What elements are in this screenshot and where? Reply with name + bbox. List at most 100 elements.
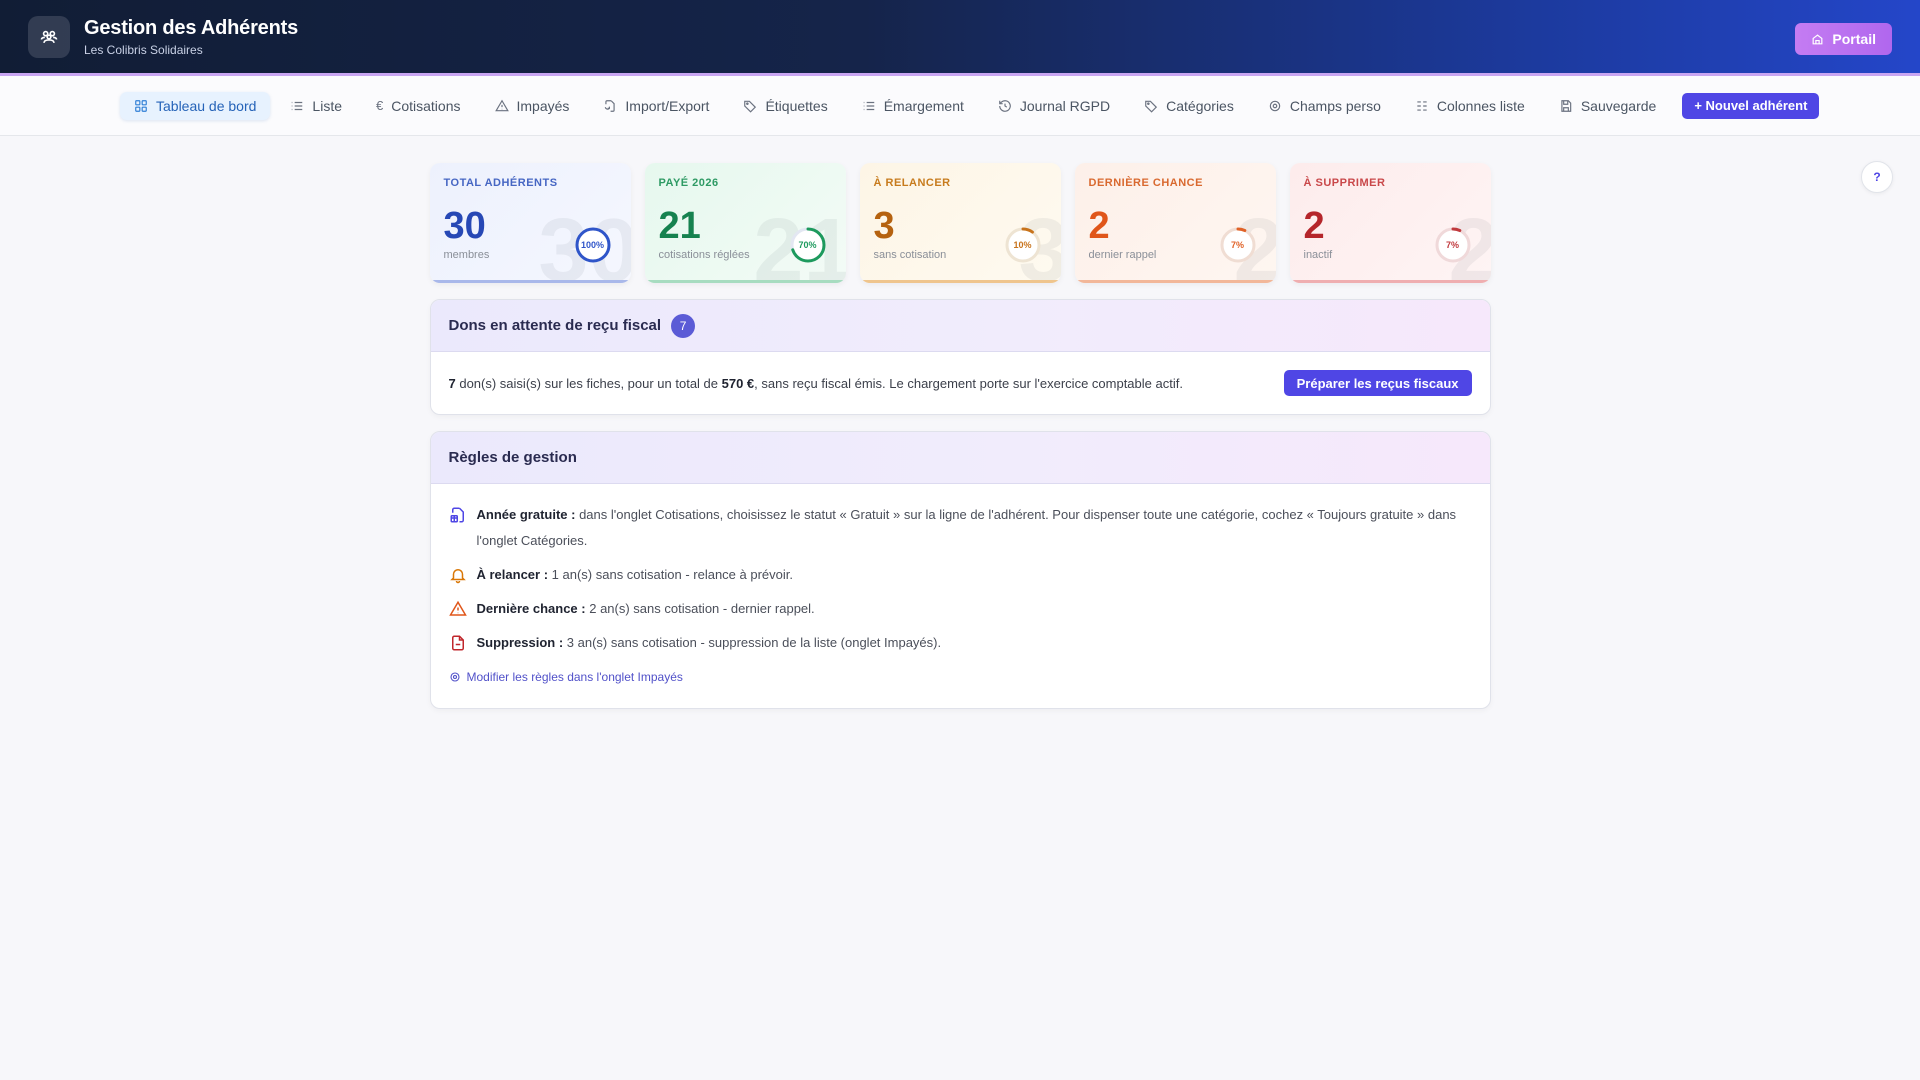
tab-categories[interactable]: Catégories (1130, 92, 1248, 120)
tab-cotisations[interactable]: € Cotisations (362, 92, 475, 120)
rule-description: 1 an(s) sans cotisation - relance à prév… (548, 567, 793, 582)
grid-icon (135, 99, 147, 112)
gear-icon (1269, 100, 1281, 111)
gift-document-icon (450, 507, 464, 523)
tab-label: Impayés (516, 97, 570, 114)
rule-deletion: Suppression : 3 an(s) sans cotisation - … (449, 630, 1472, 656)
rules-title: Règles de gestion (448, 449, 577, 466)
stat-card-to-delete: À supprimer 2 inactif 2 7% (1289, 163, 1491, 283)
stat-label: À supprimer (1303, 177, 1386, 189)
tag-icon (1145, 100, 1158, 113)
tab-impayes[interactable]: Impayés (481, 92, 584, 120)
stat-ring: 10% (1003, 225, 1043, 265)
portal-label: Portail (1832, 31, 1876, 47)
donations-count: 7 (448, 375, 456, 391)
donations-panel: Dons en attente de reçu fiscal 7 7 don(s… (429, 299, 1491, 415)
portal-button[interactable]: Portail (1795, 23, 1892, 55)
columns-icon (1417, 100, 1427, 111)
rule-to-remind: À relancer : 1 an(s) sans cotisation - r… (449, 562, 1472, 588)
stat-underline (1074, 280, 1276, 283)
tab-label: Émargement (883, 97, 964, 114)
stat-card-last-chance: Dernière chance 2 dernier rappel 2 7% (1074, 163, 1276, 283)
donations-summary: 7 don(s) saisi(s) sur les fiches, pour u… (448, 375, 1183, 391)
euro-icon: € (376, 98, 384, 113)
tab-etiquettes[interactable]: Étiquettes (729, 92, 841, 120)
help-button[interactable]: ? (1861, 161, 1893, 193)
edit-rules-label: Modifier les règles dans l'onglet Impayé… (466, 670, 683, 684)
organization-name: Les Colibris Solidaires (84, 42, 203, 57)
donations-header: Dons en attente de reçu fiscal 7 (430, 300, 1490, 352)
file-sync-icon (605, 99, 616, 112)
edit-rules-link[interactable]: Modifier les règles dans l'onglet Impayé… (449, 670, 1472, 684)
app-header: Gestion des Adhérents Les Colibris Solid… (0, 0, 1920, 76)
stat-ring: 7% (1218, 225, 1258, 265)
stat-underline (644, 280, 846, 283)
tab-label: Tableau de bord (156, 97, 257, 114)
bell-icon (449, 569, 466, 584)
stat-label: À relancer (873, 177, 951, 189)
file-minus-icon (451, 635, 464, 651)
rules-header: Règles de gestion (430, 432, 1490, 484)
stat-card-to-remind: À relancer 3 sans cotisation 3 10% (859, 163, 1061, 283)
tab-label: Champs perso (1289, 97, 1381, 114)
prepare-receipts-button[interactable]: Préparer les reçus fiscaux (1283, 370, 1472, 396)
tab-label: Colonnes liste (1436, 97, 1525, 114)
tab-journal-rgpd[interactable]: Journal RGPD (984, 92, 1124, 120)
rule-name: Année gratuite : (476, 507, 576, 522)
tab-colonnes-liste[interactable]: Colonnes liste (1401, 92, 1539, 120)
history-icon (999, 99, 1011, 112)
tab-import-export[interactable]: Import/Export (589, 92, 723, 120)
tab-tableau-de-bord[interactable]: Tableau de bord (120, 91, 271, 120)
tab-emargement[interactable]: Émargement (848, 92, 978, 120)
stat-percent: 7% (1445, 240, 1459, 250)
stat-label: Dernière chance (1088, 177, 1203, 189)
stat-percent: 7% (1230, 240, 1244, 250)
stats-row: Total adhérents 30 membres 30 100% Payé … (429, 163, 1491, 283)
stat-label: Total adhérents (443, 177, 558, 189)
stat-percent: 100% (580, 240, 605, 250)
donations-title: Dons en attente de reçu fiscal (448, 317, 662, 334)
tag-icon (744, 100, 757, 113)
stat-underline (859, 280, 1061, 283)
warning-icon (448, 600, 467, 616)
stat-card-paid: Payé 2026 21 cotisations réglées 21 70% (644, 163, 846, 283)
tab-label: Catégories (1166, 97, 1234, 114)
tab-label: Sauvegarde (1580, 97, 1657, 114)
rule-name: À relancer : (476, 567, 549, 582)
portal-icon (1812, 33, 1823, 44)
tab-label: Cotisations (391, 97, 461, 114)
warning-icon (494, 99, 509, 111)
list-icon (863, 101, 874, 110)
stat-percent: 10% (1013, 240, 1032, 250)
tab-liste[interactable]: Liste (276, 92, 356, 120)
rule-name: Suppression : (476, 635, 564, 650)
tab-sauvegarde[interactable]: Sauvegarde (1545, 92, 1671, 120)
rules-panel: Règles de gestion Année gratuite : dans … (429, 431, 1491, 709)
new-member-button[interactable]: + Nouvel adhérent (1682, 92, 1820, 119)
donations-count-badge: 7 (671, 313, 696, 338)
rule-description: 2 an(s) sans cotisation - dernier rappel… (585, 601, 815, 616)
people-icon (40, 30, 58, 43)
rule-name: Dernière chance : (476, 601, 586, 616)
app-title: Gestion des Adhérents (84, 16, 298, 39)
donations-amount: 570 € (721, 375, 755, 391)
tab-label: Étiquettes (765, 97, 828, 114)
app-logo (28, 15, 70, 58)
save-icon (1561, 99, 1572, 112)
rule-description: dans l'onglet Cotisations, choisissez le… (476, 507, 1457, 548)
main-tabs: Tableau de bord Liste € Cotisations Impa… (0, 76, 1920, 136)
stat-label: Payé 2026 (658, 177, 719, 189)
tab-label: Liste (312, 97, 342, 114)
gear-icon (449, 672, 460, 682)
list-icon (292, 101, 303, 110)
stat-ring: 7% (1433, 225, 1473, 265)
stat-ring: 70% (788, 225, 828, 265)
rule-free-year: Année gratuite : dans l'onglet Cotisatio… (449, 502, 1472, 554)
tab-champs-perso[interactable]: Champs perso (1254, 92, 1395, 120)
tab-label: Journal RGPD (1019, 97, 1111, 114)
stat-card-total: Total adhérents 30 membres 30 100% (429, 163, 631, 283)
rule-last-chance: Dernière chance : 2 an(s) sans cotisatio… (448, 596, 1472, 622)
stat-percent: 70% (798, 240, 817, 250)
stat-underline (1289, 280, 1491, 283)
stat-underline (429, 280, 631, 283)
